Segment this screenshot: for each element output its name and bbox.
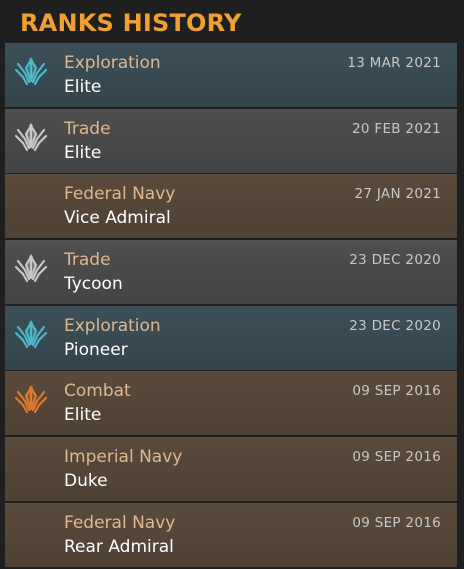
ranks-list: Exploration Elite 13 MAR 2021 Trade Elit… bbox=[5, 43, 457, 569]
rank-date: 09 SEP 2016 bbox=[352, 449, 441, 466]
exploration-emblem-icon bbox=[13, 316, 49, 352]
rank-category: Trade bbox=[64, 118, 111, 139]
rank-history-row[interactable]: Imperial Navy Duke 09 SEP 2016 bbox=[5, 437, 457, 502]
rank-name: Elite bbox=[64, 142, 102, 163]
rank-name: Tycoon bbox=[64, 274, 123, 295]
rank-history-row[interactable]: Exploration Elite 13 MAR 2021 bbox=[5, 43, 457, 107]
trade-emblem-icon bbox=[13, 119, 49, 155]
trade-emblem-icon bbox=[13, 250, 49, 286]
combat-emblem-icon bbox=[13, 381, 49, 417]
exploration-emblem-icon bbox=[13, 53, 49, 89]
rank-date: 09 SEP 2016 bbox=[352, 383, 441, 400]
rank-date: 09 SEP 2016 bbox=[352, 514, 441, 531]
rank-name: Duke bbox=[64, 471, 108, 492]
rank-category: Exploration bbox=[64, 53, 161, 73]
rank-name: Elite bbox=[64, 405, 102, 426]
rank-date: 23 DEC 2020 bbox=[349, 252, 441, 269]
rank-category: Federal Navy bbox=[64, 184, 176, 205]
rank-date: 20 FEB 2021 bbox=[352, 120, 441, 137]
rank-date: 13 MAR 2021 bbox=[347, 55, 441, 71]
rank-category: Exploration bbox=[64, 315, 161, 336]
rank-history-row[interactable]: Federal Navy Rear Admiral 09 SEP 2016 bbox=[5, 502, 457, 567]
rank-history-row[interactable]: Trade Tycoon 23 DEC 2020 bbox=[5, 240, 457, 305]
rank-history-row[interactable]: Federal Navy Vice Admiral 27 JAN 2021 bbox=[5, 174, 457, 239]
rank-category: Combat bbox=[64, 381, 131, 402]
rank-name: Pioneer bbox=[64, 339, 128, 360]
rank-history-row[interactable]: Exploration Pioneer 23 DEC 2020 bbox=[5, 305, 457, 370]
rank-date: 23 DEC 2020 bbox=[349, 317, 441, 334]
rank-history-row[interactable]: Trade Elite 20 FEB 2021 bbox=[5, 108, 457, 173]
rank-date: 27 JAN 2021 bbox=[354, 186, 441, 203]
page-title: RANKS HISTORY bbox=[20, 9, 242, 37]
rank-name: Rear Admiral bbox=[64, 536, 174, 557]
rank-category: Trade bbox=[64, 250, 111, 271]
rank-name: Vice Admiral bbox=[64, 208, 171, 229]
ranks-history-panel: RANKS HISTORY Exploration Elite 13 MAR 2… bbox=[0, 0, 464, 569]
rank-name: Elite bbox=[64, 77, 102, 97]
rank-history-row[interactable]: Combat Elite 09 SEP 2016 bbox=[5, 371, 457, 436]
rank-category: Federal Navy bbox=[64, 512, 176, 533]
rank-category: Imperial Navy bbox=[64, 447, 183, 468]
